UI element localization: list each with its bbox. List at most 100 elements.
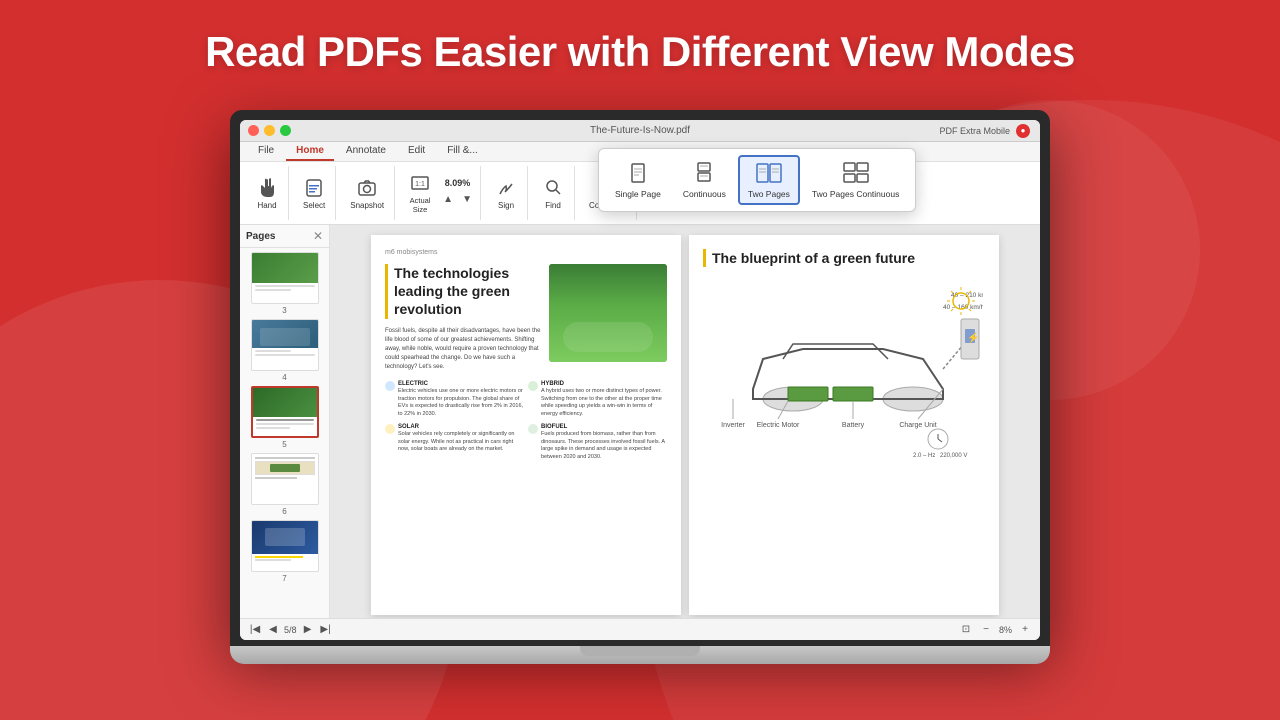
thumbnail-image-4 — [251, 319, 319, 371]
laptop-mockup: The-Future-Is-Now.pdf PDF Extra Mobile ●… — [230, 110, 1050, 664]
laptop-notch — [580, 646, 700, 656]
select-label: Select — [303, 201, 325, 210]
tab-annotate[interactable]: Annotate — [336, 142, 396, 161]
svg-text:1:1: 1:1 — [415, 181, 425, 188]
pages-panel-header: Pages ✕ — [240, 225, 329, 248]
app-icon: ● — [1016, 124, 1030, 138]
thumbnail-6[interactable]: 6 — [244, 453, 325, 516]
snapshot-group: Snapshot — [340, 166, 395, 220]
electric-label: ELECTRIC — [398, 380, 524, 388]
continuous-button[interactable]: Continuous — [673, 155, 736, 205]
technology-grid: ELECTRIC Electric vehicles use one or mo… — [385, 380, 667, 462]
svg-text:Inverter: Inverter — [721, 422, 745, 429]
first-page-button[interactable]: |◀ — [248, 623, 262, 637]
screen-bezel: The-Future-Is-Now.pdf PDF Extra Mobile ●… — [230, 110, 1050, 646]
thumbnail-7[interactable]: 7 — [244, 520, 325, 583]
next-page-button[interactable]: ▶ — [301, 623, 315, 637]
find-group: Find — [532, 166, 575, 220]
electric-icon — [385, 381, 395, 391]
thumbnail-image-7 — [251, 520, 319, 572]
sign-icon — [495, 177, 517, 199]
total-pages: 8 — [292, 625, 297, 635]
sign-group: Sign — [485, 166, 528, 220]
select-tool-button[interactable]: Select — [297, 174, 331, 213]
zoom-level: 8% — [999, 625, 1012, 635]
tab-fill[interactable]: Fill &... — [437, 142, 488, 161]
svg-text:Electric Motor: Electric Motor — [757, 422, 800, 429]
status-bar: |◀ ◀ 5/8 ▶ ▶| ⊡ − 8% + — [240, 618, 1040, 640]
single-page-icon — [624, 161, 652, 185]
prev-page-button[interactable]: ◀ — [266, 623, 280, 637]
zoom-up-button[interactable]: ▲ — [439, 190, 457, 208]
thumbnail-3[interactable]: 3 — [244, 252, 325, 315]
snapshot-button[interactable]: Snapshot — [344, 174, 390, 213]
thumbnail-num-6: 6 — [282, 507, 286, 516]
find-button[interactable]: Find — [536, 174, 570, 213]
continuous-label: Continuous — [683, 189, 726, 199]
find-icon — [542, 177, 564, 199]
window-controls — [248, 125, 291, 136]
page-navigation: |◀ ◀ 5/8 ▶ ▶| — [248, 623, 333, 637]
tab-file[interactable]: File — [248, 142, 284, 161]
single-page-label: Single Page — [615, 189, 661, 199]
maximize-button[interactable] — [280, 125, 291, 136]
two-pages-continuous-icon — [842, 161, 870, 185]
biofuel-icon — [528, 424, 538, 434]
minimize-button[interactable] — [264, 125, 275, 136]
actual-size-button[interactable]: 1:1 Actual Size — [403, 169, 437, 217]
two-pages-label: Two Pages — [748, 189, 790, 199]
svg-text:Battery: Battery — [842, 422, 865, 429]
sign-button[interactable]: Sign — [489, 174, 523, 213]
snapshot-icon — [356, 177, 378, 199]
hand-icon — [256, 177, 278, 199]
two-pages-continuous-label: Two Pages Continuous — [812, 189, 899, 199]
svg-text:Charge Unit: Charge Unit — [899, 422, 936, 429]
thumbnail-num-4: 4 — [282, 373, 286, 382]
zoom-group: 1:1 Actual Size 8.09% — [399, 166, 481, 220]
solar-item: SOLAR Solar vehicles rely completely or … — [385, 423, 524, 462]
pdf-content-area: m6 mobisystems The technologies leading … — [330, 225, 1040, 618]
right-page-title: The blueprint of a green future — [703, 249, 985, 267]
pdf-logo: m6 mobisystems — [385, 249, 667, 256]
svg-text:40 – 160 km/h: 40 – 160 km/h — [943, 304, 983, 311]
two-pages-button[interactable]: Two Pages — [738, 155, 800, 205]
single-page-button[interactable]: Single Page — [605, 155, 671, 205]
zoom-value: 8.09% — [445, 178, 471, 188]
thumbnail-num-7: 7 — [282, 574, 286, 583]
svg-text:220,000 V: 220,000 V — [940, 453, 967, 459]
close-button[interactable] — [248, 125, 259, 136]
current-page: 5 — [284, 625, 289, 635]
select-icon — [303, 177, 325, 199]
svg-text:2.0 – Hz: 2.0 – Hz — [913, 453, 935, 459]
page-indicator: 5/8 — [284, 625, 297, 635]
two-pages-continuous-button[interactable]: Two Pages Continuous — [802, 155, 909, 205]
solar-label: SOLAR — [398, 423, 524, 431]
thumbnail-image-5 — [251, 386, 319, 438]
zoom-out-button[interactable]: − — [979, 623, 993, 637]
fit-page-button[interactable]: ⊡ — [959, 623, 973, 637]
actual-size-icon: 1:1 — [409, 172, 431, 194]
biofuel-text: BIOFUEL Fuels produced from biomass, rat… — [541, 423, 667, 462]
solar-text: SOLAR Solar vehicles rely completely or … — [398, 423, 524, 454]
last-page-button[interactable]: ▶| — [319, 623, 333, 637]
app-window: The-Future-Is-Now.pdf PDF Extra Mobile ●… — [240, 120, 1040, 640]
laptop-base — [230, 646, 1050, 664]
tab-edit[interactable]: Edit — [398, 142, 435, 161]
two-pages-icon — [755, 161, 783, 185]
zoom-in-button[interactable]: + — [1018, 623, 1032, 637]
continuous-icon — [690, 161, 718, 185]
thumbnail-image-3 — [251, 252, 319, 304]
find-label: Find — [545, 201, 561, 210]
close-panel-button[interactable]: ✕ — [313, 229, 323, 243]
forest-car-image — [549, 264, 667, 362]
thumbnail-4[interactable]: 4 — [244, 319, 325, 382]
electric-item: ELECTRIC Electric vehicles use one or mo… — [385, 380, 524, 419]
select-group: Select — [293, 166, 336, 220]
tab-home[interactable]: Home — [286, 142, 334, 161]
window-title: The-Future-Is-Now.pdf — [590, 125, 690, 136]
thumbnail-5[interactable]: 5 — [244, 386, 325, 449]
hand-label: Hand — [257, 201, 276, 210]
zoom-down-button[interactable]: ▼ — [458, 190, 476, 208]
hand-tool-button[interactable]: Hand — [250, 174, 284, 213]
window-chrome: The-Future-Is-Now.pdf PDF Extra Mobile ●… — [240, 120, 1040, 640]
